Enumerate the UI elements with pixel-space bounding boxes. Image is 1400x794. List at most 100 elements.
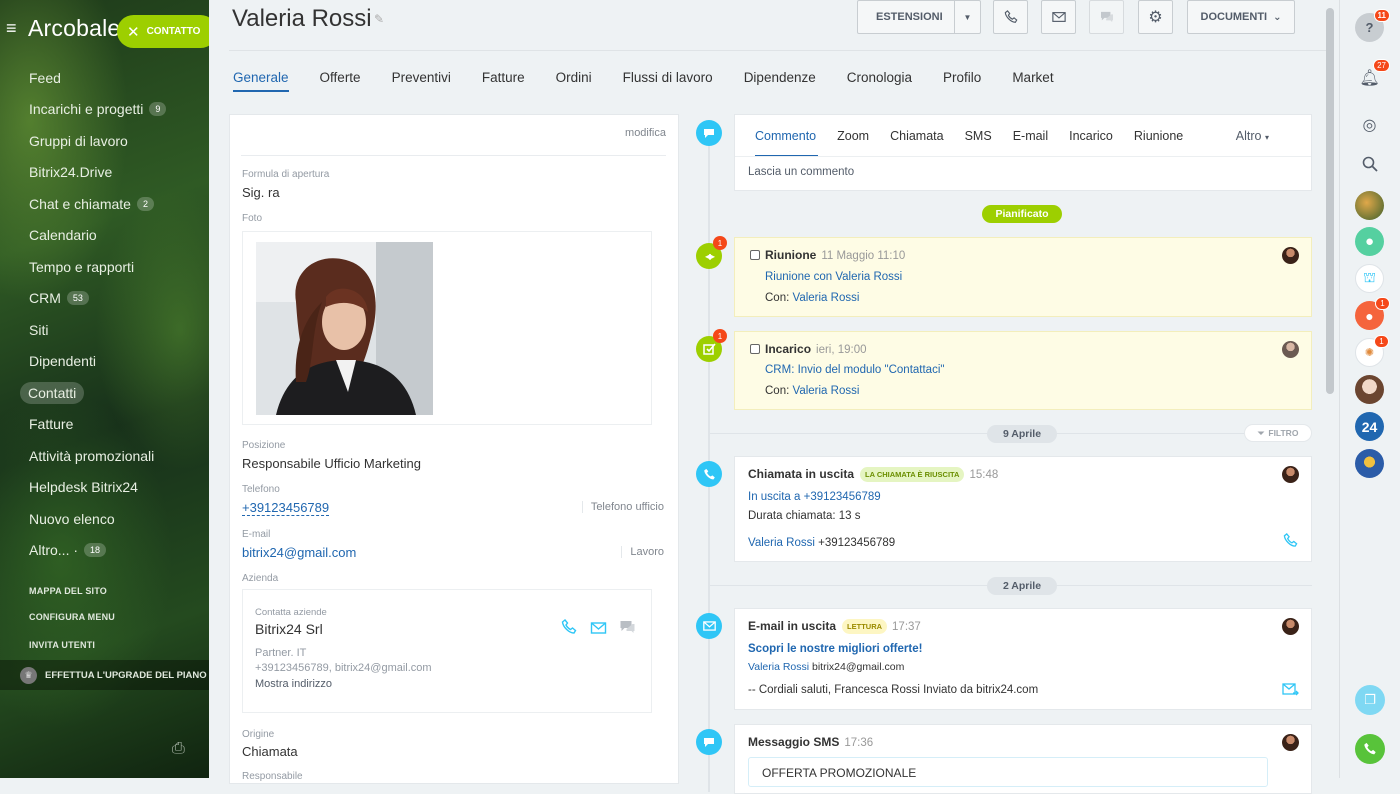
user-avatar-green[interactable]: ● [1355,227,1384,256]
sidebar-item-chat[interactable]: Chat e chiamate 2 [0,188,209,220]
close-icon[interactable]: ✕ [127,23,140,41]
tab-task[interactable]: Incarico [1069,129,1113,143]
portal-logo[interactable]: Arcobale [28,15,120,42]
avatar[interactable] [1355,191,1384,220]
tab-comment[interactable]: Commento [755,129,816,143]
phone-call-button[interactable] [1355,734,1385,764]
documents-button[interactable]: DOCUMENTI ⌄ [1187,0,1295,34]
sidebar-item-sites[interactable]: Siti [0,314,209,346]
meeting-contact-link[interactable]: Valeria Rossi [793,292,860,304]
sidebar-item-calendar[interactable]: Calendario [0,220,209,252]
avatar[interactable] [1282,341,1299,358]
show-address-link[interactable]: Mostra indirizzo [255,678,332,690]
settings-button[interactable]: ⚙ [1138,0,1173,34]
tab-general[interactable]: Generale [233,68,289,92]
sidebar-item-new-list[interactable]: Nuovo elenco [0,503,209,535]
tab-profile[interactable]: Profilo [943,68,981,92]
configure-menu-link[interactable]: CONFIGURA MENU [29,612,115,622]
sitemap-link[interactable]: MAPPA DEL SITO [29,586,107,596]
edit-title-icon[interactable]: ✎ [374,12,384,26]
tab-sms[interactable]: SMS [965,129,992,143]
avatar[interactable] [1282,247,1299,264]
call-contact-link[interactable]: Valeria Rossi [748,537,815,549]
email-subject-link[interactable]: Scopri le nostre migliori offerte! [748,643,922,655]
tab-bar: Generale Offerte Preventivi Fatture Ordi… [233,68,1054,92]
tab-call[interactable]: Chiamata [890,129,944,143]
avatar[interactable] [1355,449,1384,478]
sidebar-item-crm[interactable]: CRM 53 [0,283,209,315]
tab-invoices[interactable]: Fatture [482,68,525,92]
counter-badge: 1 [1375,297,1390,310]
notifications-button[interactable]: 🔔︎ 27 [1355,59,1390,92]
chevron-down-icon[interactable]: ▼ [954,1,980,33]
sidebar-item-more[interactable]: Altro... · 18 [0,535,209,567]
task-checkbox[interactable] [750,344,760,354]
task-contact-link[interactable]: Valeria Rossi [793,385,860,397]
messenger-button[interactable]: ◎ [1355,110,1384,139]
extensions-button[interactable]: ESTENSIONI ▼ [857,0,981,34]
phone-icon[interactable] [1283,533,1298,553]
chat-button[interactable] [1089,0,1124,34]
sidebar-item-contacts[interactable]: Contatti [0,377,209,409]
help-button[interactable]: ? 11 [1355,9,1390,42]
comment-input[interactable]: Lascia un commento [748,166,854,178]
group-chat-avatar[interactable]: ✺ 1 [1355,335,1389,367]
call-link[interactable]: In uscita a +39123456789 [748,491,881,503]
company-email-icon[interactable] [590,621,607,639]
search-button[interactable] [1355,149,1384,178]
bitrix24-chat-avatar[interactable]: 24 [1355,412,1384,441]
invite-users-link[interactable]: INVITA UTENTI [29,640,95,650]
sidebar-item-time[interactable]: Tempo e rapporti [0,251,209,283]
reply-email-icon[interactable] [1282,683,1299,701]
copy-link-button[interactable]: ❐ [1355,685,1385,715]
company-chat-icon[interactable] [619,620,636,639]
tab-email[interactable]: E-mail [1013,129,1048,143]
tab-offers[interactable]: Offerte [320,68,361,92]
more-dropdown[interactable]: Altro ▾ [1236,129,1269,143]
sidebar-item-drive[interactable]: Bitrix24.Drive [0,157,209,189]
contact-photo[interactable] [256,242,433,415]
company-name[interactable]: Bitrix24 Srl [255,621,323,637]
call-title: Chiamata in uscita LA CHIAMATA È RIUSCITA… [748,467,998,482]
left-sidebar: ≡ Arcobale ✕ CONTATTO Feed Incarichi e p… [0,0,209,778]
tab-orders[interactable]: Ordini [556,68,592,92]
avatar[interactable] [1355,375,1384,404]
avatar[interactable] [1282,466,1299,483]
sidebar-item-marketing[interactable]: Attività promozionali [0,440,209,472]
tab-zoom[interactable]: Zoom [837,129,869,143]
tab-quotes[interactable]: Preventivi [392,68,451,92]
sidebar-item-employees[interactable]: Dipendenti [0,346,209,378]
tab-history[interactable]: Cronologia [847,68,912,92]
call-button[interactable] [993,0,1028,34]
filter-button[interactable]: ⏷ FILTRO [1244,424,1312,442]
email-button[interactable] [1041,0,1076,34]
tab-dependencies[interactable]: Dipendenze [744,68,816,92]
user-avatar-orange[interactable]: ● 1 [1355,297,1390,330]
meeting-link[interactable]: Riunione con Valeria Rossi [765,271,902,283]
salutation-value: Sig. ra [242,185,280,200]
meeting-checkbox[interactable] [750,250,760,260]
tab-market[interactable]: Market [1012,68,1053,92]
tab-workflows[interactable]: Flussi di lavoro [623,68,713,92]
sidebar-item-tasks[interactable]: Incarichi e progetti 9 [0,94,209,126]
company-phone-icon[interactable] [561,619,577,640]
edit-link[interactable]: modifica [625,127,666,139]
contact-toast[interactable]: ✕ CONTATTO [117,15,209,48]
sidebar-item-workgroups[interactable]: Gruppi di lavoro [0,125,209,157]
tab-meeting[interactable]: Riunione [1134,129,1183,143]
task-link[interactable]: CRM: Invio del modulo "Contattaci" [765,364,944,376]
avatar[interactable] [1282,618,1299,635]
sidebar-item-invoices[interactable]: Fatture [0,409,209,441]
phone-link[interactable]: +39123456789 [242,500,330,516]
menu-icon[interactable]: ≡ [6,18,28,39]
upgrade-plan-button[interactable]: ♛ EFFETTUA L'UPGRADE DEL PIANO [0,660,209,690]
openline-icon: ⛫ [1363,269,1376,285]
avatar[interactable] [1282,734,1299,751]
avatar[interactable]: ⛫ [1355,264,1384,293]
email-contact-link[interactable]: Valeria Rossi [748,661,809,673]
scrollbar[interactable] [1326,8,1334,394]
sidebar-item-helpdesk[interactable]: Helpdesk Bitrix24 [0,472,209,504]
printer-icon[interactable]: ⎙ [172,740,185,758]
sidebar-item-feed[interactable]: Feed [0,62,209,94]
email-link[interactable]: bitrix24@gmail.com [242,545,356,560]
